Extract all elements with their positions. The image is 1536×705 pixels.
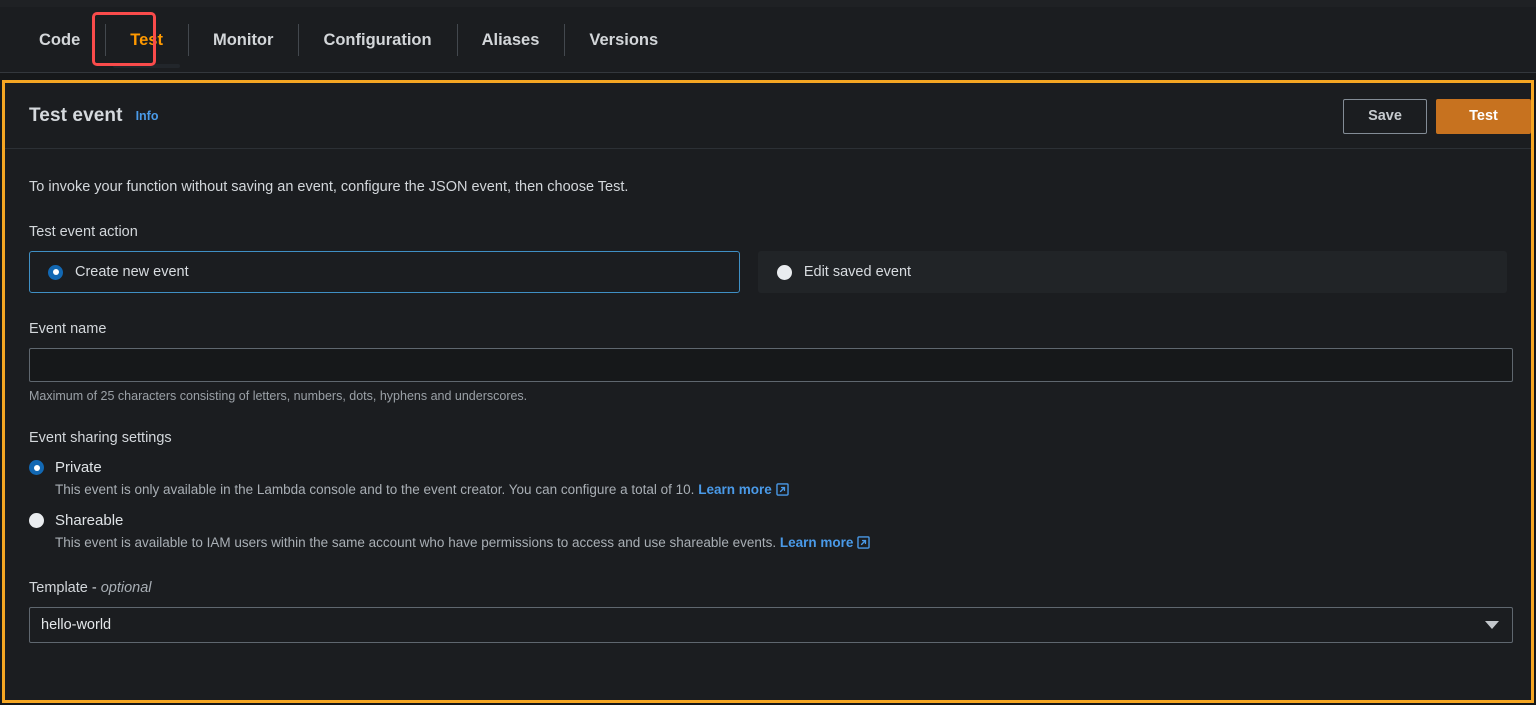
lambda-test-event-page: Code Test Monitor Configuration Aliases … — [0, 0, 1536, 705]
event-name-label: Event name — [29, 321, 107, 337]
tab-configuration-label: Configuration — [323, 30, 432, 49]
radio-icon-edit-saved-event — [776, 264, 792, 280]
template-select-value: hello-world — [41, 617, 112, 633]
tab-monitor-label: Monitor — [212, 30, 274, 49]
header-actions: Save Test — [1343, 83, 1531, 149]
learn-more-link-shareable[interactable]: Learn more — [780, 535, 871, 550]
radio-icon-create-new-event — [48, 264, 63, 280]
radio-tile-create-new-event[interactable]: Create new event — [29, 251, 740, 293]
radio-tile-edit-saved-event-label: Edit saved event — [803, 264, 912, 280]
intro-text: To invoke your function without saving a… — [29, 179, 629, 195]
radio-shareable-description-text: This event is available to IAM users wit… — [55, 535, 777, 550]
tab-versions[interactable]: Versions — [564, 7, 683, 73]
radio-icon-private — [29, 460, 44, 475]
template-label: Template - optional — [29, 580, 1507, 596]
tab-code[interactable]: Code — [14, 7, 105, 73]
info-link[interactable]: Info — [136, 109, 159, 123]
template-select[interactable]: hello-world — [29, 607, 1513, 643]
tab-aliases[interactable]: Aliases — [456, 7, 565, 73]
radio-icon-shareable — [29, 513, 44, 528]
test-event-action-radio-group: Create new event Edit saved event — [29, 251, 1507, 293]
radio-private-description: This event is only available in the Lamb… — [55, 482, 1507, 499]
radio-private[interactable]: Private — [29, 459, 1507, 476]
tab-versions-label: Versions — [589, 30, 659, 49]
tab-code-label: Code — [39, 30, 81, 49]
tab-configuration[interactable]: Configuration — [298, 7, 456, 73]
panel-header: Test event Info Save Test — [5, 83, 1531, 149]
test-event-action-label: Test event action — [29, 224, 138, 240]
tab-test[interactable]: Test — [105, 7, 188, 73]
test-event-panel: Test event Info Save Test To invoke your… — [2, 80, 1534, 703]
external-link-icon — [776, 483, 789, 499]
external-link-icon — [857, 536, 871, 552]
radio-private-description-text: This event is only available in the Lamb… — [55, 482, 695, 497]
tab-aliases-label: Aliases — [481, 30, 540, 49]
tab-test-label: Test — [130, 30, 163, 49]
template-label-text: Template - — [29, 580, 101, 596]
template-label-optional: optional — [100, 580, 152, 596]
radio-shareable-label: Shareable — [55, 512, 124, 529]
radio-private-label: Private — [55, 459, 102, 476]
radio-tile-create-new-event-label: Create new event — [75, 264, 189, 280]
event-name-hint: Maximum of 25 characters consisting of l… — [29, 389, 528, 403]
event-sharing-label: Event sharing settings — [29, 430, 172, 446]
function-tab-bar: Code Test Monitor Configuration Aliases … — [0, 7, 1536, 73]
radio-shareable[interactable]: Shareable — [29, 512, 1507, 529]
learn-more-link-private-label: Learn more — [698, 482, 772, 497]
page-title: Test event — [29, 104, 123, 126]
template-section: Template - optional hello-world — [29, 580, 1513, 643]
top-strip — [0, 0, 1536, 7]
chevron-down-icon — [1485, 621, 1499, 629]
event-sharing-section: Event sharing settings Private This even… — [29, 430, 1507, 552]
event-name-input[interactable] — [29, 348, 1513, 382]
radio-shareable-description: This event is available to IAM users wit… — [55, 535, 1507, 552]
tab-monitor[interactable]: Monitor — [187, 7, 298, 73]
panel-body: To invoke your function without saving a… — [5, 149, 1531, 643]
radio-tile-edit-saved-event[interactable]: Edit saved event — [757, 251, 1507, 293]
learn-more-link-private[interactable]: Learn more — [698, 482, 789, 497]
test-button[interactable]: Test — [1436, 98, 1531, 134]
save-button[interactable]: Save — [1343, 98, 1427, 134]
learn-more-link-shareable-label: Learn more — [779, 535, 854, 550]
